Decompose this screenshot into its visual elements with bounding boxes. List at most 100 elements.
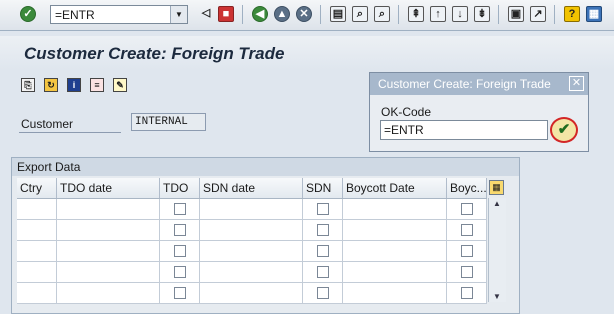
table-cell-input[interactable]: [57, 241, 160, 262]
command-field-value: =ENTR: [55, 8, 95, 22]
table-cell-input[interactable]: [343, 241, 447, 262]
checkbox[interactable]: [461, 266, 473, 278]
document-icon[interactable]: ⎘: [21, 78, 35, 92]
save-icon[interactable]: ■: [218, 6, 234, 22]
column-header[interactable]: TDO: [160, 178, 200, 198]
table-cell-checkbox[interactable]: [303, 220, 343, 241]
back-icon[interactable]: ◀: [252, 6, 268, 22]
checkbox[interactable]: [317, 245, 329, 257]
info-icon[interactable]: i: [67, 78, 81, 92]
table-cell-input[interactable]: [57, 220, 160, 241]
close-icon[interactable]: ✕: [569, 76, 584, 91]
back-nav-icon[interactable]: ◁: [198, 6, 214, 22]
checkbox[interactable]: [461, 203, 473, 215]
checkbox[interactable]: [317, 224, 329, 236]
table-cell-input[interactable]: [200, 283, 303, 304]
print-icon[interactable]: ▤: [330, 6, 346, 22]
table-cell-checkbox[interactable]: [160, 262, 200, 283]
table-cell-checkbox[interactable]: [447, 220, 487, 241]
checkbox[interactable]: [317, 266, 329, 278]
confirm-checkmark-icon[interactable]: ✔: [550, 117, 578, 143]
table-cell-input[interactable]: [343, 283, 447, 304]
checkbox[interactable]: [174, 287, 186, 299]
checkbox[interactable]: [317, 203, 329, 215]
cancel-icon[interactable]: ✕: [296, 6, 312, 22]
table-cell-input[interactable]: [200, 241, 303, 262]
customer-label-underline: [19, 132, 121, 133]
exit-icon[interactable]: ▲: [274, 6, 290, 22]
help-icon[interactable]: ?: [564, 6, 580, 22]
table-cell-input[interactable]: [57, 199, 160, 220]
checkbox[interactable]: [174, 245, 186, 257]
table-cell-input[interactable]: [200, 262, 303, 283]
find-next-icon[interactable]: ⌕: [374, 6, 390, 22]
table-cell-checkbox[interactable]: [303, 262, 343, 283]
column-header[interactable]: SDN: [303, 178, 343, 198]
refresh-icon[interactable]: ↻: [44, 78, 58, 92]
column-header[interactable]: Boycott Date: [343, 178, 447, 198]
scroll-up-icon[interactable]: ▲: [492, 199, 502, 208]
title-bar: Customer Create: Foreign Trade: [0, 36, 614, 70]
checkbox[interactable]: [461, 287, 473, 299]
table-cell-checkbox[interactable]: [160, 283, 200, 304]
table-cell-checkbox[interactable]: [160, 220, 200, 241]
table-cell-input[interactable]: [343, 220, 447, 241]
table-cell-input[interactable]: [343, 199, 447, 220]
table-cell-input[interactable]: [17, 220, 57, 241]
table-cell-input[interactable]: [200, 199, 303, 220]
checkbox[interactable]: [461, 224, 473, 236]
table-cell-checkbox[interactable]: [447, 241, 487, 262]
previous-page-icon[interactable]: ↑: [430, 6, 446, 22]
system-toolbar: ✓ =ENTR ▼ ◁ ■ ◀ ▲ ✕ ▤ ⌕ ⌕ ⇞ ↑ ↓ ⇟ ▣ ↗ ? …: [0, 0, 614, 31]
last-page-icon[interactable]: ⇟: [474, 6, 490, 22]
table-cell-checkbox[interactable]: [447, 283, 487, 304]
checkbox[interactable]: [174, 203, 186, 215]
table-cell-input[interactable]: [57, 283, 160, 304]
table-cell-input[interactable]: [343, 262, 447, 283]
scroll-down-icon[interactable]: ▼: [492, 292, 502, 301]
table-header: Ctry TDO date TDO SDN date SDN Boycott D…: [17, 178, 487, 199]
find-icon[interactable]: ⌕: [352, 6, 368, 22]
table-cell-input[interactable]: [57, 262, 160, 283]
table-cell-checkbox[interactable]: [160, 241, 200, 262]
table-cell-input[interactable]: [200, 220, 303, 241]
table-cell-checkbox[interactable]: [303, 199, 343, 220]
vertical-scrollbar[interactable]: ▲ ▼: [488, 198, 506, 302]
separator: [398, 5, 399, 24]
shortcut-icon[interactable]: ↗: [530, 6, 546, 22]
checkbox[interactable]: [461, 245, 473, 257]
column-header[interactable]: SDN date: [200, 178, 303, 198]
note-icon[interactable]: ✎: [113, 78, 127, 92]
command-field[interactable]: =ENTR ▼: [50, 5, 188, 24]
column-header[interactable]: TDO date: [57, 178, 160, 198]
table-cell-checkbox[interactable]: [160, 199, 200, 220]
separator: [498, 5, 499, 24]
ok-code-input[interactable]: =ENTR: [380, 120, 548, 140]
create-session-icon[interactable]: ▣: [508, 6, 524, 22]
table-cell-input[interactable]: [17, 241, 57, 262]
group-title: Export Data: [12, 158, 519, 176]
export-icon[interactable]: ≡: [90, 78, 104, 92]
table-cell-input[interactable]: [17, 262, 57, 283]
checkbox[interactable]: [174, 266, 186, 278]
enter-icon[interactable]: ✓: [20, 6, 36, 22]
table-cell-checkbox[interactable]: [447, 199, 487, 220]
table-cell-checkbox[interactable]: [303, 241, 343, 262]
checkbox[interactable]: [317, 287, 329, 299]
separator: [320, 5, 321, 24]
dropdown-icon[interactable]: ▼: [170, 6, 187, 23]
column-header[interactable]: Boyc...: [447, 178, 487, 198]
customize-layout-icon[interactable]: ▦: [586, 6, 602, 22]
column-header[interactable]: Ctry: [17, 178, 57, 198]
page-title: Customer Create: Foreign Trade: [24, 44, 285, 63]
separator: [242, 5, 243, 24]
next-page-icon[interactable]: ↓: [452, 6, 468, 22]
column-settings-icon[interactable]: ▦: [489, 180, 504, 195]
table-cell-input[interactable]: [17, 283, 57, 304]
first-page-icon[interactable]: ⇞: [408, 6, 424, 22]
checkbox[interactable]: [174, 224, 186, 236]
table-cell-checkbox[interactable]: [447, 262, 487, 283]
ok-code-popup: Customer Create: Foreign Trade ✕ OK-Code…: [369, 72, 589, 152]
table-cell-checkbox[interactable]: [303, 283, 343, 304]
table-cell-input[interactable]: [17, 199, 57, 220]
